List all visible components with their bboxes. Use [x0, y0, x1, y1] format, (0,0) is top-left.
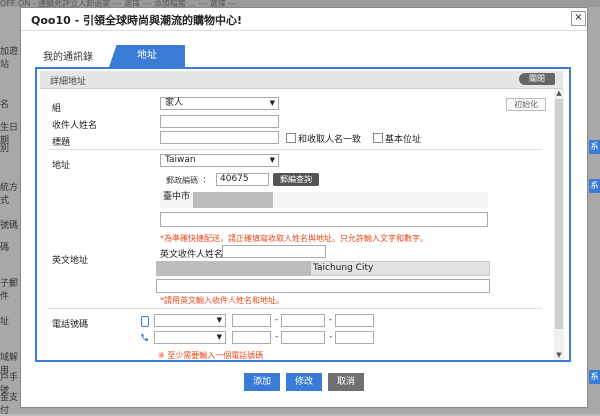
bg-label: 金支付: [0, 393, 19, 416]
divider: [47, 308, 542, 309]
english-warning: *請用英文輸入收件人姓名和地址。: [160, 296, 284, 305]
same-as-recipient-checkbox[interactable]: [286, 133, 296, 143]
country-value: Taiwan: [165, 155, 196, 165]
add-button[interactable]: 添加: [244, 373, 280, 391]
english-city: Taichung City: [313, 263, 374, 273]
recipient-name-label: 收件人姓名: [52, 121, 98, 131]
reset-button[interactable]: 初始化: [506, 98, 546, 111]
basic-location-label: 基本位址: [385, 135, 422, 145]
dash: -: [275, 332, 279, 342]
group-select[interactable]: 家人 ▼: [160, 97, 279, 110]
scroll-up-icon[interactable]: ▲: [554, 89, 564, 97]
bg-label: 子郵件: [0, 279, 19, 302]
dash: -: [275, 315, 279, 325]
edit-button[interactable]: 修改: [286, 373, 322, 391]
address-label: 地址: [52, 161, 71, 171]
mobile-part1-input[interactable]: [232, 314, 271, 327]
chevron-down-icon: ▼: [216, 333, 222, 341]
postal-code-input[interactable]: 40675: [216, 173, 269, 186]
english-recipient-input[interactable]: [222, 245, 326, 258]
english-recipient-label: 英文收件人姓名: [160, 250, 224, 260]
group-value: 家人: [165, 98, 184, 108]
bg-label: 址: [0, 317, 10, 327]
phone-warning: ※ 至少需要輸入一個電話號碼: [158, 351, 264, 360]
landline-part2-input[interactable]: [281, 331, 325, 344]
bg-label: 碼: [0, 243, 10, 253]
phone-label: 電話號碼: [52, 320, 89, 330]
address-detail-panel: 詳細地址 關閉 ▲ ▼ 組 家人 ▼ 初始化 收件人姓名 標題 和收取人名一致 …: [35, 67, 571, 362]
redacted-block: [156, 261, 311, 276]
scroll-thumb[interactable]: [555, 99, 563, 329]
divider: [47, 149, 542, 150]
bg-label: 別: [0, 144, 10, 154]
panel-close-button[interactable]: 關閉: [519, 73, 555, 85]
mobile-prefix-select[interactable]: ▼: [154, 314, 226, 327]
chevron-down-icon: ▼: [269, 99, 275, 107]
recipient-name-input[interactable]: [160, 115, 279, 128]
bg-label: 加遊站: [0, 47, 19, 70]
address-warning: *為準確快捷配送，請正確填寫收取人姓名與地址。只允許輸入文字和數字。: [160, 234, 428, 243]
basic-location-checkbox[interactable]: [373, 133, 383, 143]
mobile-phone-icon: [141, 316, 149, 327]
heading-input[interactable]: [160, 131, 279, 144]
bg-label: 號碼: [0, 221, 19, 231]
bg-right-tab: 系: [589, 140, 600, 154]
english-address-label: 英文地址: [52, 256, 89, 266]
dialog-titlebar: Qoo10 - 引領全球時尚與潮流的購物中心! ×: [21, 8, 587, 31]
scroll-down-icon[interactable]: ▼: [554, 351, 564, 359]
postal-search-button[interactable]: 郵編查詢: [273, 173, 319, 186]
english-address-input[interactable]: [156, 279, 490, 293]
panel-title: 詳細地址: [50, 77, 87, 87]
country-select[interactable]: Taiwan ▼: [160, 154, 279, 167]
panel-scrollbar[interactable]: ▲ ▼: [554, 89, 564, 360]
dash: -: [329, 315, 333, 325]
dialog-title: Qoo10 - 引領全球時尚與潮流的購物中心!: [31, 14, 243, 27]
postal-code-label: 郵政編碼: [166, 176, 198, 185]
bg-label: 統方式: [0, 183, 19, 206]
bg-label: 名: [0, 100, 10, 110]
same-as-recipient-label: 和收取人名一致: [298, 135, 362, 145]
landline-prefix-select[interactable]: ▼: [154, 331, 226, 344]
landline-part1-input[interactable]: [232, 331, 271, 344]
chevron-down-icon: ▼: [269, 156, 275, 164]
city-prefix: 臺中市: [163, 192, 191, 202]
group-label: 組: [52, 104, 62, 114]
chevron-down-icon: ▼: [216, 316, 222, 324]
tab-address-book[interactable]: 我的通訊錄: [43, 48, 93, 63]
bg-right-tab: 系: [589, 179, 600, 193]
panel-header: 詳細地址 關閉: [40, 71, 563, 89]
redacted-block: [193, 192, 273, 208]
background-top-strip: OFF ON - 連續死評立人卸過家 --- 選擇 --- 添加帽鑑 ... -…: [0, 0, 600, 7]
address-detail-input[interactable]: [160, 212, 488, 227]
tab-address[interactable]: 地址: [109, 45, 185, 67]
postal-colon: :: [203, 175, 207, 185]
bg-right-tab: 系: [589, 370, 600, 384]
heading-label: 標題: [52, 138, 71, 148]
address-dialog: Qoo10 - 引領全球時尚與潮流的購物中心! × 我的通訊錄 地址 詳細地址 …: [20, 7, 588, 408]
mobile-part2-input[interactable]: [281, 314, 325, 327]
landline-part3-input[interactable]: [335, 331, 374, 344]
dash: -: [329, 332, 333, 342]
cancel-button[interactable]: 取消: [328, 373, 364, 391]
close-icon[interactable]: ×: [571, 11, 586, 26]
mobile-part3-input[interactable]: [335, 314, 374, 327]
phone-handset-icon: [141, 334, 148, 341]
